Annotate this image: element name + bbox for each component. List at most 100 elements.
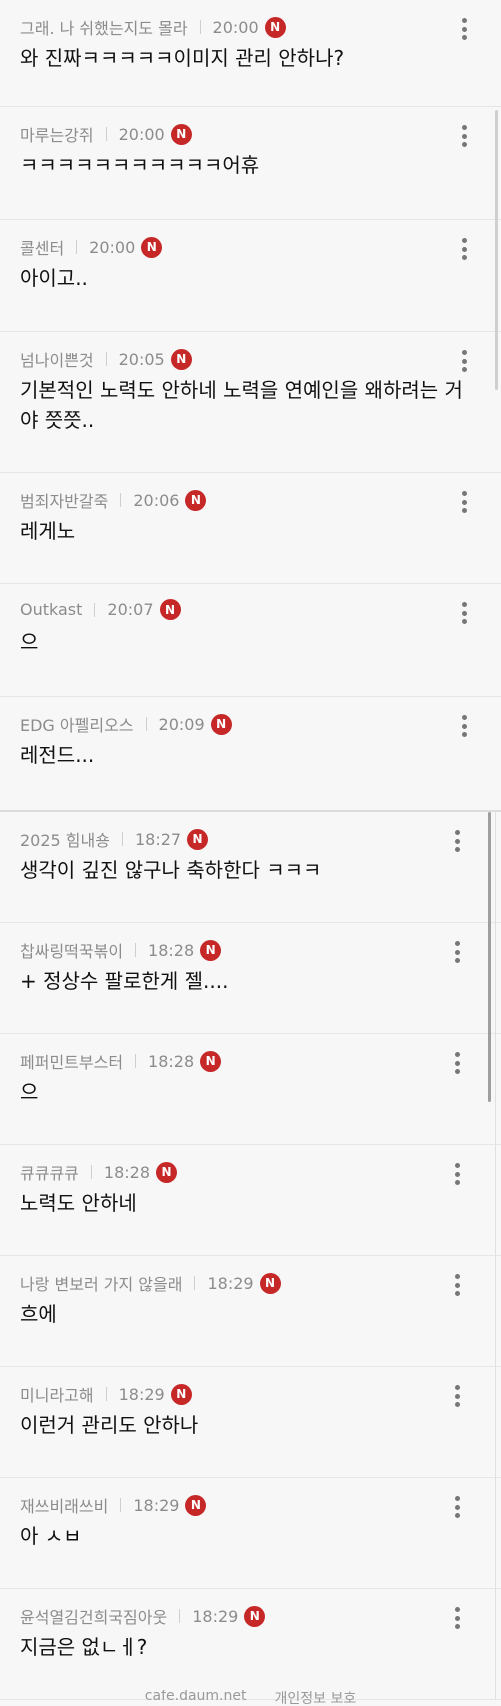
comment-item: 미니라고해 18:29 N 이런거 관리도 안하나 (0, 1367, 501, 1478)
comment-item: 페퍼민트부스터 18:28 N 으 (0, 1034, 501, 1145)
comment-text: 아이고.. (20, 266, 88, 290)
comment-time: 18:29 (133, 1495, 180, 1515)
footer: cafe.daum.net 개인정보 보호 (0, 1690, 501, 1706)
new-badge-icon: N (170, 123, 192, 145)
meta-divider (90, 1165, 92, 1179)
meta-divider (179, 1609, 181, 1623)
more-options-icon[interactable] (454, 123, 474, 149)
meta-divider (120, 1498, 122, 1512)
comment-meta: 찹싸링떡꾹볶이 18:28 N (20, 938, 222, 962)
new-badge-icon: N (187, 828, 209, 850)
comment-meta: 나랑 변보러 가지 않을래 18:29 N (20, 1271, 281, 1295)
comment-author[interactable]: 마루는강쥐 (20, 122, 94, 146)
comment-meta: 재쓰비래쓰비 18:29 N (20, 1493, 207, 1517)
comment-author[interactable]: 미니라고해 (20, 1382, 94, 1406)
comment-item: 넘나이쁜것 20:05 N 기본적인 노력도 안하네 노력을 연예인을 왜하려는… (0, 332, 501, 473)
more-options-icon[interactable] (447, 1161, 467, 1187)
meta-divider (76, 240, 78, 254)
more-options-icon[interactable] (454, 600, 474, 626)
comment-time: 18:29 (207, 1273, 254, 1293)
scrollbar-thumb[interactable] (488, 812, 491, 1102)
more-options-icon[interactable] (454, 16, 474, 42)
comment-text: 으 (20, 1080, 39, 1104)
more-options-icon[interactable] (447, 1272, 467, 1298)
comment-item: 범죄자반갈죽 20:06 N 레게노 (0, 473, 501, 584)
new-badge-icon: N (200, 939, 222, 961)
comment-author[interactable]: 그래. 나 쉬했는지도 몰라 (20, 15, 188, 39)
comment-author[interactable]: 윤석열김건희국짐아웃 (20, 1604, 167, 1628)
more-options-icon[interactable] (447, 1494, 467, 1520)
new-badge-icon: N (259, 1272, 281, 1294)
comment-author[interactable]: EDG 아펠리오스 (20, 712, 134, 736)
comment-meta: 마루는강쥐 20:00 N (20, 122, 192, 146)
comment-meta: 콜센터 20:00 N (20, 235, 163, 259)
meta-divider (135, 1054, 137, 1068)
privacy-link[interactable]: 개인정보 보호 (274, 1690, 356, 1706)
comment-author[interactable]: 콜센터 (20, 235, 64, 259)
comment-text: 노력도 안하네 (20, 1191, 137, 1215)
comment-section-2: 2025 힘내숑 18:27 N 생각이 깊진 않구나 축하한다 ㅋㅋㅋ 찹싸링… (0, 812, 501, 1700)
comment-author[interactable]: 재쓰비래쓰비 (20, 1493, 108, 1517)
comment-text: 생각이 깊진 않구나 축하한다 ㅋㅋㅋ (20, 858, 322, 882)
comment-text: 지금은 없ㄴㅔ? (20, 1635, 148, 1659)
meta-divider (120, 493, 122, 507)
comment-text: ㅋㅋㅋㅋㅋㅋㅋㅋㅋㅋㅋ어휴 (20, 153, 260, 177)
comment-author[interactable]: Outkast (20, 600, 82, 619)
comment-time: 20:06 (133, 490, 180, 510)
comment-time: 18:28 (103, 1162, 150, 1182)
more-options-icon[interactable] (447, 939, 467, 965)
more-options-icon[interactable] (454, 236, 474, 262)
comment-item: EDG 아펠리오스 20:09 N 레전드... (0, 697, 501, 810)
meta-divider (135, 943, 137, 957)
comment-meta: 범죄자반갈죽 20:06 N (20, 488, 207, 512)
more-options-icon[interactable] (447, 1383, 467, 1409)
comment-item: Outkast 20:07 N 으 (0, 584, 501, 697)
comment-item: 찹싸링떡꾹볶이 18:28 N + 정상수 팔로한게 젤.... (0, 923, 501, 1034)
comment-text: + 정상수 팔로한게 젤.... (20, 969, 229, 993)
scrollbar-thumb[interactable] (495, 110, 498, 390)
more-options-icon[interactable] (454, 713, 474, 739)
comment-item: 재쓰비래쓰비 18:29 N 아 ㅅㅂ (0, 1478, 501, 1589)
meta-divider (194, 1276, 196, 1290)
new-badge-icon: N (185, 1494, 207, 1516)
comment-author[interactable]: 나랑 변보러 가지 않을래 (20, 1271, 182, 1295)
comment-author[interactable]: 범죄자반갈죽 (20, 488, 108, 512)
comment-meta: 2025 힘내숑 18:27 N (20, 827, 209, 851)
comment-author[interactable]: 찹싸링떡꾹볶이 (20, 938, 123, 962)
comment-time: 20:09 (158, 714, 205, 734)
meta-divider (145, 717, 147, 731)
comment-time: 20:00 (212, 17, 259, 37)
meta-divider (121, 832, 123, 846)
new-badge-icon: N (264, 16, 286, 38)
comment-time: 18:29 (192, 1606, 239, 1626)
comment-meta: 큐큐큐큐 18:28 N (20, 1160, 177, 1184)
comment-time: 20:05 (118, 349, 165, 369)
comment-author[interactable]: 2025 힘내숑 (20, 827, 110, 851)
new-badge-icon: N (170, 1383, 192, 1405)
comment-time: 18:27 (134, 829, 182, 849)
comment-item: 나랑 변보러 가지 않을래 18:29 N 흐에 (0, 1256, 501, 1367)
comment-meta: EDG 아펠리오스 20:09 N (20, 712, 232, 736)
new-badge-icon: N (141, 236, 163, 258)
comment-meta: 미니라고해 18:29 N (20, 1382, 192, 1406)
comment-text: 기본적인 노력도 안하네 노력을 연예인을 왜하려는 거야 쯧쯧.. (20, 378, 463, 432)
more-options-icon[interactable] (454, 348, 474, 374)
comment-time: 18:29 (118, 1384, 165, 1404)
scrollbar-track (495, 812, 496, 1700)
comment-time: 20:00 (89, 237, 136, 257)
comment-item: 큐큐큐큐 18:28 N 노력도 안하네 (0, 1145, 501, 1256)
comment-author[interactable]: 넘나이쁜것 (20, 347, 94, 371)
comment-text: 레전드... (20, 743, 95, 767)
more-options-icon[interactable] (447, 828, 467, 854)
meta-divider (105, 352, 107, 366)
new-badge-icon: N (200, 1050, 222, 1072)
comment-author[interactable]: 페퍼민트부스터 (20, 1049, 123, 1073)
site-link[interactable]: cafe.daum.net (145, 1690, 247, 1704)
more-options-icon[interactable] (454, 489, 474, 515)
comment-item: 마루는강쥐 20:00 N ㅋㅋㅋㅋㅋㅋㅋㅋㅋㅋㅋ어휴 (0, 107, 501, 220)
more-options-icon[interactable] (447, 1605, 467, 1631)
comment-time: 20:00 (118, 124, 165, 144)
comment-author[interactable]: 큐큐큐큐 (20, 1160, 79, 1184)
new-badge-icon: N (244, 1605, 266, 1627)
more-options-icon[interactable] (447, 1050, 467, 1076)
